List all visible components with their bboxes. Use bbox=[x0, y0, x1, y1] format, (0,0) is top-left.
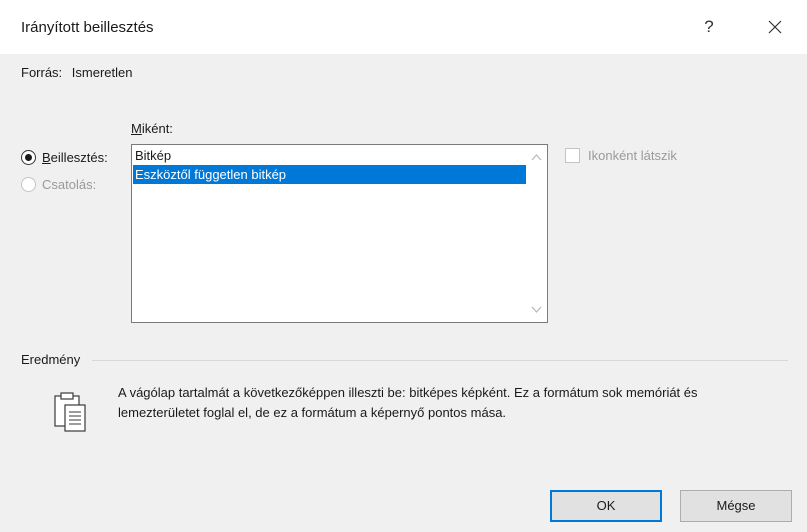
paste-special-dialog: Irányított beillesztés ? Forrás: Ismeret… bbox=[0, 0, 807, 532]
link-radio[interactable] bbox=[21, 176, 36, 192]
link-radio-option[interactable]: Csatolás: bbox=[21, 175, 96, 193]
close-button[interactable] bbox=[760, 12, 790, 42]
link-radio-label: Csatolás: bbox=[42, 176, 97, 192]
result-heading: Eredmény bbox=[21, 352, 81, 367]
display-as-icon-label: Ikonként látszik bbox=[588, 148, 677, 163]
dialog-title: Irányított beillesztés bbox=[21, 19, 154, 36]
result-description: A vágólap tartalmát a következőképpen il… bbox=[118, 385, 698, 420]
chevron-up-icon[interactable] bbox=[531, 153, 542, 161]
source-value: Ismeretlen bbox=[71, 65, 133, 80]
as-label-text: iként: bbox=[141, 121, 173, 136]
cancel-button[interactable]: Mégse bbox=[680, 490, 792, 522]
result-divider bbox=[92, 360, 788, 361]
source-label: Forrás: bbox=[21, 65, 63, 80]
as-label-accesskey: M bbox=[131, 121, 142, 136]
listbox-scrollbar[interactable] bbox=[527, 146, 546, 321]
paste-radio-label: Beillesztés: bbox=[42, 149, 108, 165]
source-line: Forrás: Ismeretlen bbox=[21, 65, 133, 80]
ok-button[interactable]: OK bbox=[550, 490, 662, 522]
format-item-bitmap[interactable]: Bitkép bbox=[133, 146, 526, 165]
help-button[interactable]: ? bbox=[695, 12, 723, 42]
title-bar: Irányított beillesztés ? bbox=[0, 0, 807, 54]
display-as-icon-checkbox[interactable] bbox=[565, 148, 580, 163]
paste-radio[interactable] bbox=[21, 149, 36, 165]
paste-radio-option[interactable]: Beillesztés: bbox=[21, 148, 108, 166]
close-icon bbox=[768, 20, 782, 34]
chevron-down-icon[interactable] bbox=[531, 306, 542, 314]
as-label: Miként: bbox=[131, 121, 173, 136]
display-as-icon-option[interactable]: Ikonként látszik bbox=[565, 148, 677, 163]
format-item-device-independent-bitmap[interactable]: Eszköztől független bitkép bbox=[133, 165, 526, 184]
clipboard-icon bbox=[50, 390, 92, 436]
format-listbox[interactable]: Bitkép Eszköztől független bitkép bbox=[131, 144, 548, 323]
